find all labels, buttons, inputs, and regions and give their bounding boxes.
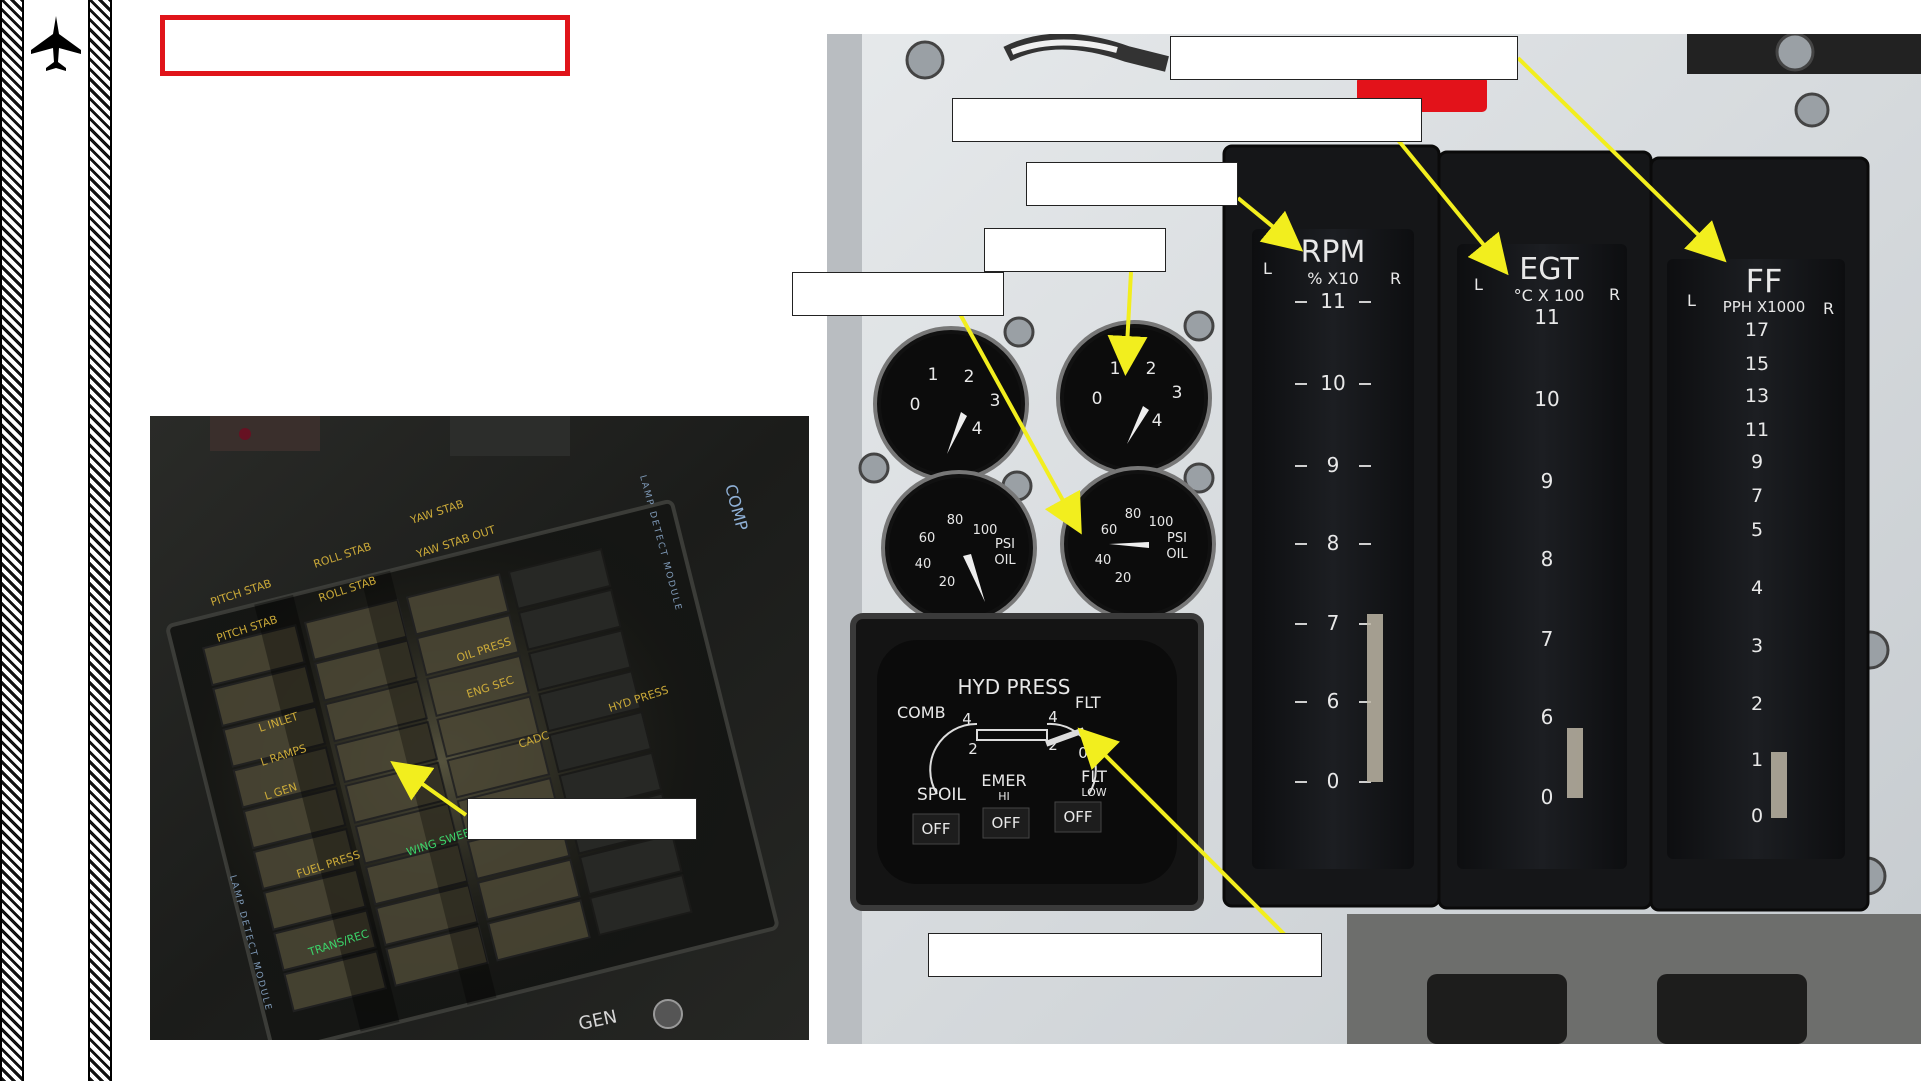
arrow-ff <box>1516 56 1727 263</box>
arrow-nozzle <box>1107 271 1148 376</box>
arrow-oil <box>958 313 1082 535</box>
arrow-rpm <box>1236 196 1304 252</box>
egt-callout-box <box>952 98 1422 142</box>
arrow-caution <box>390 761 468 817</box>
ff-callout-box <box>1170 36 1518 80</box>
caution-callout-box <box>467 798 697 840</box>
hyd-callout-box <box>928 933 1322 977</box>
rpm-callout-box <box>1026 162 1238 206</box>
oil-callout-box <box>792 272 1004 316</box>
arrow-hyd <box>1077 727 1287 937</box>
nozzle-callout-box <box>984 228 1166 272</box>
arrow-egt <box>1396 138 1509 276</box>
callout-arrows <box>390 56 1727 937</box>
